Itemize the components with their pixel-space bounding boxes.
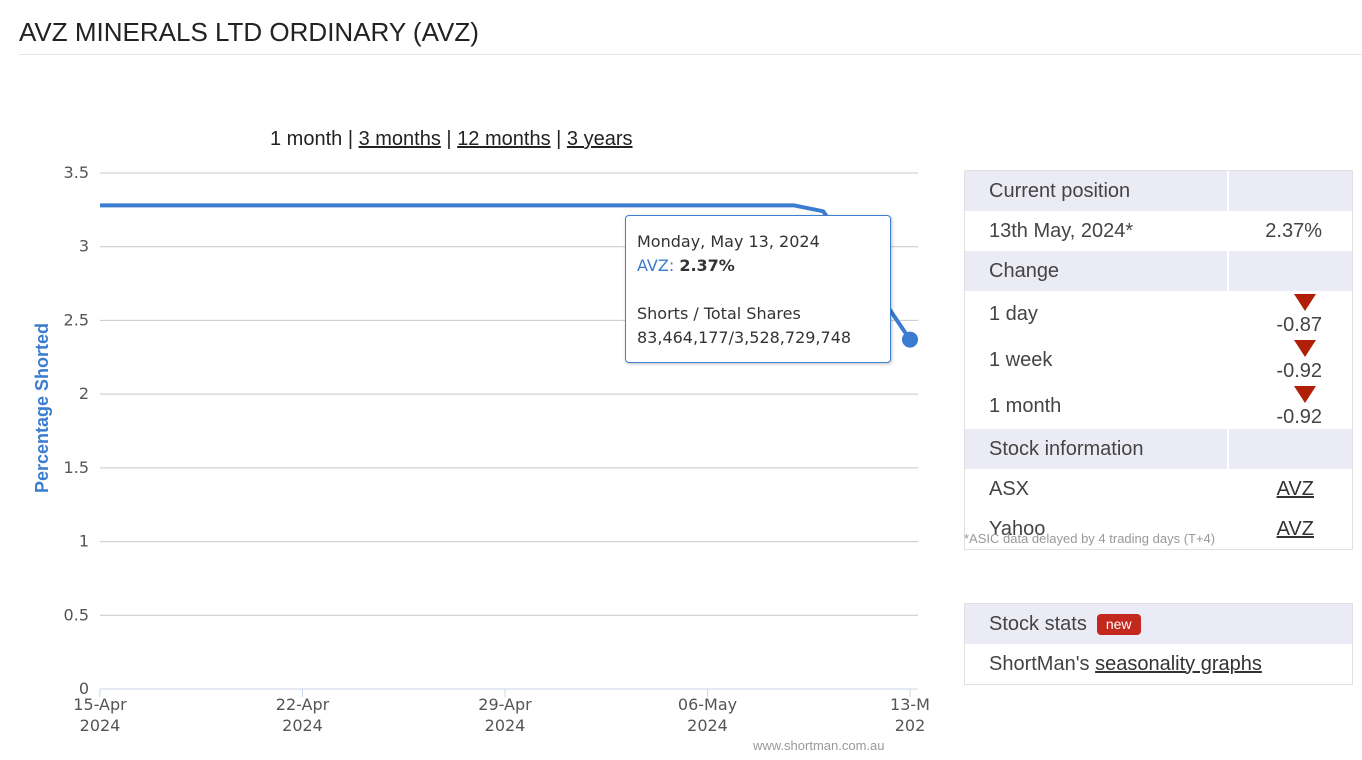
y-tick-label: 0.5 [64,605,89,624]
range-3-years-link[interactable]: 3 years [567,128,633,150]
info-label: ASX [989,477,1030,500]
stock-info-header-row: Stock information [965,429,1352,469]
change-value: -0.92 [1276,360,1322,382]
change-label: 1 day [989,302,1038,325]
down-arrow-icon [1294,294,1316,312]
x-tick-year: 202 [895,716,926,735]
stats-table: Stock stats new ShortMan's seasonality gr… [965,604,1352,684]
change-header: Change [965,251,1228,291]
current-position-row: 13th May, 2024* 2.37% [965,211,1352,251]
y-tick-label: 3.5 [64,163,89,182]
x-tick-year: 2024 [687,716,728,735]
x-tick-year: 2024 [485,716,526,735]
change-cell: -0.87 [1228,291,1352,337]
stats-header-row: Stock stats new [965,604,1352,644]
y-axis-label: Percentage Shorted [32,323,52,493]
stats-row: ShortMan's seasonality graphs [965,644,1352,684]
change-header-row: Change [965,251,1352,291]
current-position-header: Current position [965,171,1228,211]
change-label: 1 week [989,348,1053,371]
tooltip-date: Monday, May 13, 2024 [637,232,820,251]
position-table: Current position 13th May, 2024* 2.37% C… [965,171,1352,549]
stats-cell: ShortMan's seasonality graphs [965,644,1352,684]
title-divider [19,54,1362,55]
range-separator: | [446,128,452,150]
y-axis-ticks: 00.511.522.533.5 [64,163,89,698]
down-arrow-icon [1294,386,1316,404]
yahoo-link[interactable]: AVZ [1277,518,1314,540]
x-tick-label: 15-Apr [73,695,127,714]
x-axis-ticks: 15-Apr 2024 22-Apr 2024 29-Apr 2024 06-May 2024… [73,689,930,735]
header-spacer [1227,251,1352,291]
range-1-month: 1 month [270,128,343,150]
tooltip-ratio: 83,464,177/3,528,729,748 [637,328,852,347]
y-tick-label: 1.5 [64,458,89,477]
y-tick-label: 2.5 [64,310,89,329]
change-row-1-month: 1 month -0.92 [965,383,1352,429]
change-value: -0.87 [1276,314,1322,336]
asx-link[interactable]: AVZ [1277,478,1314,500]
stats-header: Stock stats [989,612,1087,635]
data-point-marker [902,331,918,348]
change-row-1-week: 1 week -0.92 [965,337,1352,383]
x-tick-label: 06-May [678,695,737,714]
y-tick-label: 2 [79,384,89,403]
change-cell: -0.92 [1228,337,1352,383]
tooltip-colon: : [668,256,675,275]
x-tick-label: 13-M [890,695,930,714]
tooltip-value-row: AVZ: 2.37% [637,254,879,278]
current-value: 2.37% [1265,219,1322,242]
page-title: AVZ MINERALS LTD ORDINARY (AVZ) [19,17,479,47]
down-arrow-icon [1294,340,1316,358]
tooltip-series-name: AVZ [637,256,669,275]
range-selector: 1 month | 3 months | 12 months | 3 years [270,128,633,151]
stats-header-cell: Stock stats new [965,604,1352,644]
x-tick-label: 22-Apr [276,695,330,714]
info-cell: AVZ [1228,509,1352,549]
tooltip-value: 2.37% [679,256,735,275]
info-row-asx: ASX AVZ [965,469,1352,509]
watermark: www.shortman.com.au [753,738,885,753]
change-value: -0.92 [1276,406,1322,428]
current-position-header-row: Current position [965,171,1352,211]
change-label: 1 month [989,394,1062,417]
change-cell: -0.92 [1228,383,1352,429]
stats-panel: Stock stats new ShortMan's seasonality gr… [964,603,1353,685]
new-badge: new [1096,613,1141,635]
seasonality-graphs-link[interactable]: seasonality graphs [1095,653,1262,675]
tooltip-ratio-label: Shorts / Total Shares [637,304,801,323]
range-separator: | [556,128,562,150]
range-separator: | [347,128,354,150]
change-row-1-day: 1 day -0.87 [965,291,1352,337]
x-tick-year: 2024 [80,716,121,735]
stats-text: ShortMan's [989,652,1090,675]
x-tick-label: 29-Apr [478,695,532,714]
y-tick-label: 1 [79,532,89,551]
chart-tooltip: Monday, May 13, 2024 AVZ: 2.37% Shorts /… [625,215,891,363]
asic-footnote: *ASIC data delayed by 4 trading days (T+… [964,531,1216,546]
current-date: 13th May, 2024* [989,219,1134,242]
x-tick-year: 2024 [282,716,323,735]
stock-info-header: Stock information [965,429,1228,469]
y-tick-label: 3 [79,237,89,256]
header-spacer [1227,171,1352,211]
range-3-months-link[interactable]: 3 months [359,128,441,150]
range-12-months-link[interactable]: 12 months [457,128,550,150]
header-spacer [1227,429,1352,469]
info-cell: AVZ [1228,469,1352,509]
position-panel: Current position 13th May, 2024* 2.37% C… [964,170,1353,550]
